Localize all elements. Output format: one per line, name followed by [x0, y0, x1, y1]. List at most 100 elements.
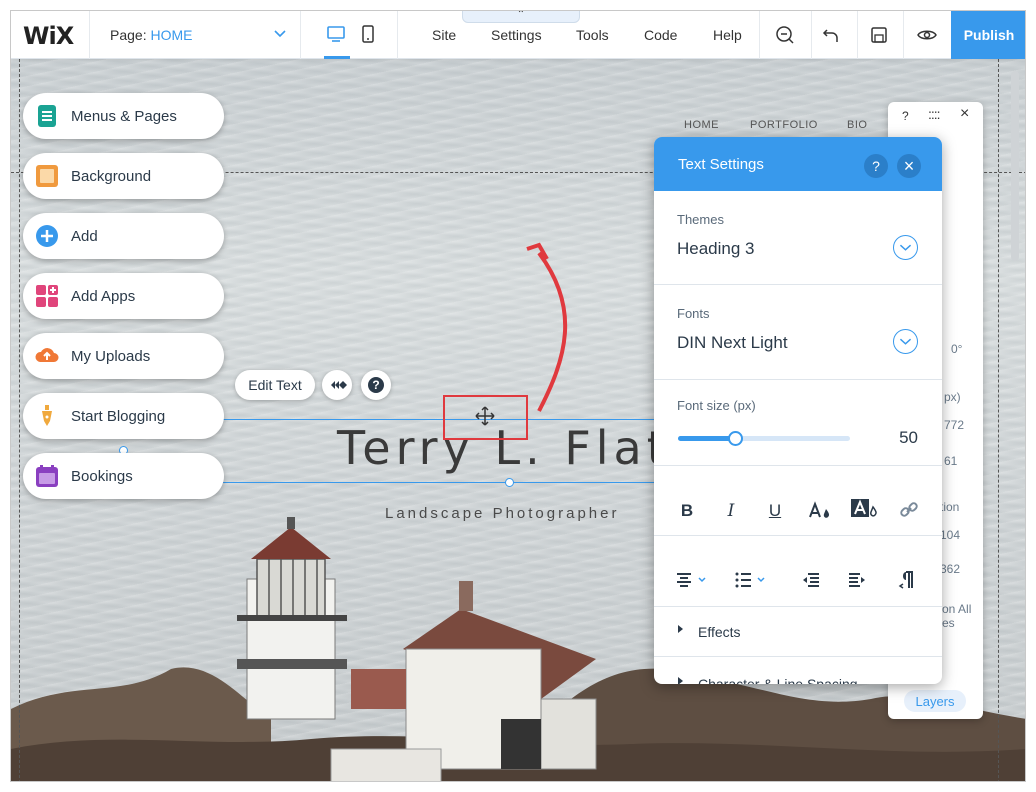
drag-handle-icon[interactable]: ::::: [928, 106, 941, 122]
chevron-down-icon[interactable]: [893, 235, 918, 260]
menus-pages-icon: [38, 105, 56, 127]
help-icon[interactable]: ?: [864, 154, 888, 178]
effects-section[interactable]: Effects: [654, 607, 942, 657]
text-settings-panel: Text Settings ? × Themes Heading 3 Fonts…: [654, 137, 942, 684]
add-button[interactable]: Add: [23, 213, 224, 259]
italic-button[interactable]: I: [719, 499, 743, 523]
bullet-list-icon[interactable]: [734, 569, 770, 591]
menu-tools[interactable]: Tools: [576, 27, 609, 43]
fonts-label: Fonts: [677, 306, 710, 321]
font-size-slider-knob[interactable]: [727, 431, 743, 446]
chevron-down-icon[interactable]: [893, 329, 918, 354]
mobile-view-icon[interactable]: [357, 23, 379, 45]
right-panel-help[interactable]: ?: [902, 109, 909, 123]
resize-handle-bottom[interactable]: [505, 478, 514, 487]
divider: [300, 11, 301, 59]
bookings-button[interactable]: Bookings: [23, 453, 224, 499]
grid-guide-left: [19, 59, 20, 781]
font-size-slider-track[interactable]: [678, 431, 850, 446]
menu-settings[interactable]: Settings: [491, 27, 542, 43]
themes-dropdown-value[interactable]: Heading 3: [677, 239, 755, 259]
add-icon: [36, 225, 58, 247]
divider: [397, 11, 398, 59]
text-color-icon[interactable]: [807, 499, 833, 523]
animation-icon: [331, 381, 347, 389]
bold-button[interactable]: B: [675, 499, 699, 523]
rocks-front: [11, 736, 1025, 781]
partial-label: px): [944, 390, 961, 404]
canvas-scrollbar[interactable]: [1011, 71, 1019, 261]
themes-section: Themes Heading 3: [654, 191, 942, 285]
fonts-dropdown-value[interactable]: DIN Next Light: [677, 333, 788, 353]
link-icon[interactable]: [898, 499, 920, 521]
highlight-color-icon[interactable]: [850, 497, 880, 523]
start-blogging-button[interactable]: Start Blogging: [23, 393, 224, 439]
animation-button[interactable]: [322, 370, 352, 400]
menu-site[interactable]: Site: [432, 27, 456, 43]
page-value: HOME: [150, 27, 193, 43]
desktop-view-icon[interactable]: [325, 23, 347, 45]
help-icon: ?: [368, 377, 384, 393]
add-apps-button[interactable]: Add Apps: [23, 273, 224, 319]
menu-code[interactable]: Code: [644, 27, 677, 43]
save-icon[interactable]: [867, 23, 891, 47]
publish-button[interactable]: Publish: [951, 11, 1025, 59]
keeper-house: [330, 581, 597, 781]
add-apps-label: Add Apps: [71, 288, 136, 305]
menus-pages-button[interactable]: Menus & Pages: [23, 93, 224, 139]
site-subtitle[interactable]: Landscape Photographer: [385, 505, 619, 522]
underline-button[interactable]: U: [763, 499, 787, 523]
add-label: Add: [71, 228, 98, 245]
site-nav-home[interactable]: HOME: [684, 119, 719, 131]
partial-value: 772: [944, 418, 965, 432]
lighthouse: [237, 517, 347, 720]
collapse-topbar-tab[interactable]: ⌃: [462, 10, 580, 23]
background-icon: [36, 165, 58, 187]
page-selector-text: Page: HOME: [110, 27, 192, 43]
page-selector[interactable]: Page: HOME: [89, 11, 299, 59]
effects-label: Effects: [698, 624, 741, 640]
partial-value: 61: [944, 454, 958, 468]
text-settings-title: Text Settings: [678, 156, 764, 173]
wix-logo[interactable]: WiX: [23, 22, 74, 50]
partial-label: on All: [942, 602, 972, 616]
char-spacing-label: Character & Line Spacing: [698, 676, 858, 684]
background-button[interactable]: Background: [23, 153, 224, 199]
partial-label: tion: [940, 500, 960, 514]
themes-label: Themes: [677, 212, 724, 227]
text-align-center-icon[interactable]: [675, 569, 711, 591]
undo-icon[interactable]: [819, 23, 843, 47]
decrease-indent-icon[interactable]: [800, 569, 822, 591]
divider: [811, 11, 812, 59]
help-button[interactable]: ?: [361, 370, 391, 400]
background-label: Background: [71, 168, 152, 185]
text-settings-header: Text Settings ? ×: [654, 137, 942, 191]
right-panel-close[interactable]: ×: [960, 105, 969, 123]
editor-canvas[interactable]: HOME PORTFOLIO BIO Terry L. Flat Landsca…: [11, 59, 1025, 781]
site-nav-portfolio[interactable]: PORTFOLIO: [750, 119, 818, 131]
text-direction-icon[interactable]: [897, 569, 919, 591]
font-size-value[interactable]: 50: [888, 428, 918, 448]
preview-eye-icon[interactable]: [915, 23, 939, 47]
grid-guide-right: [998, 59, 999, 781]
move-handle-icon[interactable]: [474, 405, 496, 427]
site-nav-bio[interactable]: BIO: [847, 119, 867, 131]
bookings-label: Bookings: [71, 468, 133, 485]
zoom-out-icon[interactable]: [773, 23, 797, 47]
char-spacing-section[interactable]: Character & Line Spacing: [654, 657, 942, 684]
layers-button[interactable]: Layers: [904, 690, 966, 712]
editor-window: WiX Page: HOME Site Settings Tools Code …: [10, 10, 1026, 782]
collapse-icon: ⌃: [516, 10, 526, 20]
my-uploads-button[interactable]: My Uploads: [23, 333, 224, 379]
font-size-section: Font size (px) 50: [654, 380, 942, 466]
active-device-indicator: [324, 56, 350, 59]
uploads-icon: [35, 348, 59, 362]
font-size-label: Font size (px): [677, 398, 756, 413]
menu-help[interactable]: Help: [713, 27, 742, 43]
rocks-left: [11, 667, 271, 781]
increase-indent-icon[interactable]: [846, 569, 868, 591]
edit-text-button[interactable]: Edit Text: [235, 370, 315, 400]
partial-label: es: [942, 616, 955, 630]
partial-value: 362: [940, 562, 961, 576]
close-icon[interactable]: ×: [897, 154, 921, 178]
